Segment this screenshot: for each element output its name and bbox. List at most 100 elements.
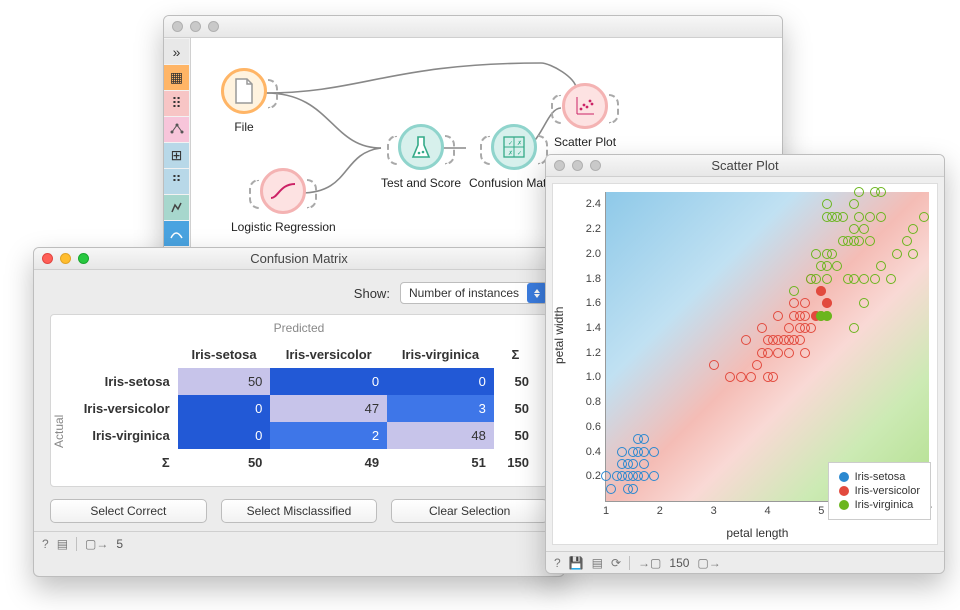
data-point[interactable] — [601, 471, 611, 481]
data-point[interactable] — [649, 447, 659, 457]
data-point[interactable] — [849, 323, 859, 333]
data-point-selected[interactable] — [822, 311, 832, 321]
data-point-selected[interactable] — [822, 298, 832, 308]
col-header[interactable]: Iris-versicolor — [270, 341, 387, 368]
data-point[interactable] — [886, 274, 896, 284]
data-point[interactable] — [854, 187, 864, 197]
data-point[interactable] — [865, 212, 875, 222]
data-point[interactable] — [876, 261, 886, 271]
data-point[interactable] — [806, 323, 816, 333]
data-point[interactable] — [617, 447, 627, 457]
tool-unsupervised-icon[interactable] — [164, 195, 189, 220]
help-icon[interactable]: ? — [554, 556, 561, 570]
cm-cell[interactable]: 0 — [387, 368, 494, 395]
tool-model-icon[interactable] — [164, 117, 189, 142]
data-point[interactable] — [628, 459, 638, 469]
report-icon[interactable]: ▤ — [592, 556, 603, 570]
data-point[interactable] — [919, 212, 929, 222]
data-point[interactable] — [838, 212, 848, 222]
data-point[interactable] — [849, 274, 859, 284]
data-point[interactable] — [876, 187, 886, 197]
cm-cell[interactable]: 47 — [270, 395, 387, 422]
data-point[interactable] — [639, 471, 649, 481]
data-point-selected[interactable] — [816, 286, 826, 296]
data-point[interactable] — [800, 348, 810, 358]
data-point[interactable] — [849, 199, 859, 209]
window-max-icon[interactable] — [208, 21, 219, 32]
data-point[interactable] — [822, 261, 832, 271]
data-point[interactable] — [741, 335, 751, 345]
data-point[interactable] — [709, 360, 719, 370]
cm-cell[interactable]: 0 — [270, 368, 387, 395]
data-point[interactable] — [876, 212, 886, 222]
data-point[interactable] — [908, 249, 918, 259]
tool-expand-icon[interactable]: » — [164, 39, 189, 64]
col-header[interactable]: Iris-virginica — [387, 341, 494, 368]
tool-visualize-icon[interactable]: ⠿ — [164, 91, 189, 116]
node-logreg[interactable]: Logistic Regression — [231, 168, 336, 234]
data-point[interactable] — [768, 372, 778, 382]
data-point[interactable] — [908, 224, 918, 234]
data-point[interactable] — [849, 224, 859, 234]
data-point[interactable] — [789, 286, 799, 296]
help-icon[interactable]: ? — [42, 537, 49, 551]
clear-selection-button[interactable]: Clear Selection — [391, 499, 548, 523]
plot-area[interactable]: 0.20.40.60.81.01.21.41.61.82.02.22.41234… — [605, 192, 929, 502]
data-point[interactable] — [763, 348, 773, 358]
node-file[interactable]: File — [221, 68, 267, 134]
row-header[interactable]: Iris-versicolor — [61, 395, 178, 422]
tool-evaluate2-icon[interactable]: ⠛ — [164, 169, 189, 194]
data-point[interactable] — [784, 323, 794, 333]
row-header[interactable]: Iris-setosa — [61, 368, 178, 395]
cm-cell[interactable]: 48 — [387, 422, 494, 449]
data-point[interactable] — [752, 360, 762, 370]
data-point[interactable] — [725, 372, 735, 382]
tool-evaluate-icon[interactable]: ⊞ — [164, 143, 189, 168]
data-point[interactable] — [784, 348, 794, 358]
data-point[interactable] — [811, 249, 821, 259]
save-icon[interactable]: 💾 — [569, 556, 584, 570]
tool-data-icon[interactable]: ▦ — [164, 65, 189, 90]
data-point[interactable] — [811, 274, 821, 284]
data-point[interactable] — [865, 236, 875, 246]
data-point[interactable] — [773, 348, 783, 358]
cm-cell[interactable]: 0 — [178, 422, 271, 449]
data-point[interactable] — [859, 298, 869, 308]
data-point[interactable] — [628, 484, 638, 494]
select-correct-button[interactable]: Select Correct — [50, 499, 207, 523]
row-header[interactable]: Iris-virginica — [61, 422, 178, 449]
data-point[interactable] — [639, 434, 649, 444]
row-header[interactable]: Σ — [61, 449, 178, 476]
reset-icon[interactable]: ⟳ — [611, 556, 621, 570]
data-point[interactable] — [800, 298, 810, 308]
data-point[interactable] — [639, 447, 649, 457]
data-point[interactable] — [746, 372, 756, 382]
cm-cell[interactable]: 3 — [387, 395, 494, 422]
report-icon[interactable]: ▤ — [57, 537, 68, 551]
data-point[interactable] — [854, 236, 864, 246]
data-point[interactable] — [800, 311, 810, 321]
col-header[interactable]: Iris-setosa — [178, 341, 271, 368]
node-test[interactable]: Test and Score — [381, 124, 461, 190]
data-point[interactable] — [639, 459, 649, 469]
show-select[interactable]: Number of instances — [400, 282, 548, 304]
data-point[interactable] — [832, 261, 842, 271]
data-point[interactable] — [795, 335, 805, 345]
data-point[interactable] — [789, 298, 799, 308]
data-point[interactable] — [892, 249, 902, 259]
data-point[interactable] — [773, 311, 783, 321]
cm-cell[interactable]: 2 — [270, 422, 387, 449]
data-point[interactable] — [822, 274, 832, 284]
data-point[interactable] — [827, 249, 837, 259]
col-header[interactable]: Σ — [494, 341, 537, 368]
data-point[interactable] — [854, 212, 864, 222]
cm-cell[interactable]: 0 — [178, 395, 271, 422]
data-point[interactable] — [859, 274, 869, 284]
data-point[interactable] — [606, 484, 616, 494]
node-scatter[interactable]: Scatter Plot — [554, 83, 616, 149]
data-point[interactable] — [902, 236, 912, 246]
tool-selected-icon[interactable] — [164, 221, 189, 246]
data-point[interactable] — [757, 323, 767, 333]
data-point[interactable] — [649, 471, 659, 481]
select-misclassified-button[interactable]: Select Misclassified — [221, 499, 378, 523]
